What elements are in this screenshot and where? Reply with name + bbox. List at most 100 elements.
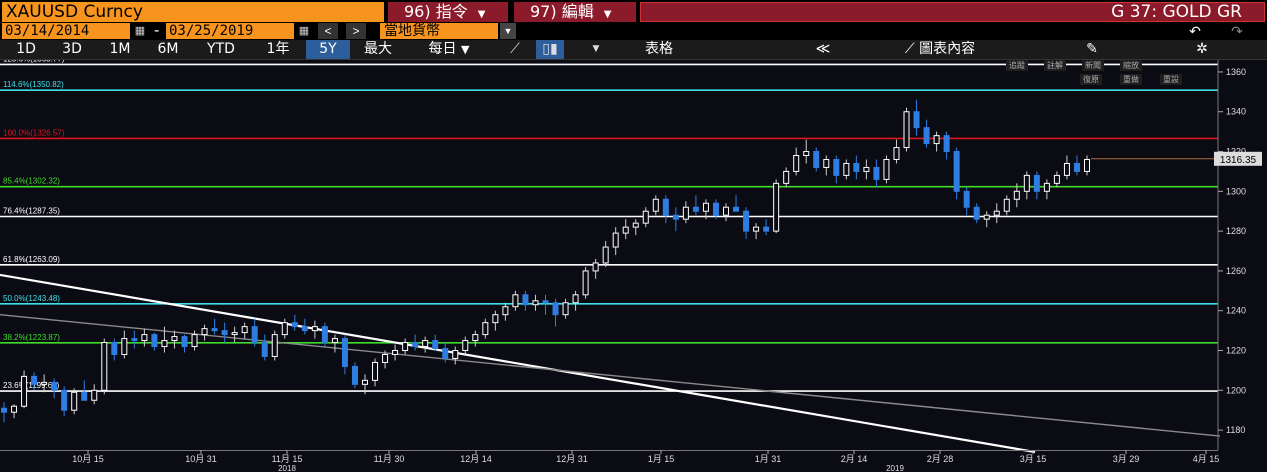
candle-body <box>41 381 48 385</box>
security-title-bar: G 37: GOLD GR <box>640 2 1265 22</box>
candle-body <box>783 170 790 184</box>
frequency-select[interactable]: 每日 ▼ <box>414 40 484 59</box>
candle-body <box>723 206 729 216</box>
currency-select[interactable]: 當地貨幣 <box>380 23 498 39</box>
end-date-input[interactable]: 03/25/2019 <box>166 23 294 39</box>
candle-body <box>251 326 258 344</box>
start-date-input[interactable]: 03/14/2014 <box>2 23 130 39</box>
candle-body <box>652 198 659 212</box>
table-button[interactable]: 表格 <box>624 40 694 59</box>
candle-body <box>662 198 669 216</box>
candle-body <box>191 334 198 348</box>
candle-body <box>753 226 760 232</box>
candle-body <box>963 190 970 208</box>
last-price-label: 1316.35 <box>1220 155 1257 166</box>
candle-body <box>462 340 469 352</box>
candle-body <box>331 338 338 344</box>
period-ytd-button[interactable]: YTD <box>198 40 244 59</box>
candle-body <box>712 202 719 216</box>
reset-chart-button[interactable]: 重設 <box>1160 74 1182 85</box>
collapse-icon[interactable]: ≪ <box>810 40 836 59</box>
zoom-button[interactable]: 縮放 <box>1120 60 1142 71</box>
candle-body <box>612 232 619 248</box>
chevron-down-icon[interactable]: ▼ <box>500 23 516 39</box>
candle-body <box>733 206 740 212</box>
candle-body <box>943 135 950 153</box>
candle-body <box>953 151 960 192</box>
candle-body <box>522 294 529 306</box>
candle-body <box>261 342 268 357</box>
y-tick-label: 1180 <box>1226 425 1245 435</box>
track-button[interactable]: 追蹤 <box>1006 60 1028 71</box>
candle-body <box>1084 158 1090 172</box>
edit-menu[interactable]: 97) 編輯 ▼ <box>514 2 636 22</box>
chevron-down-icon: ▼ <box>477 9 486 20</box>
calendar-icon[interactable]: ▦ <box>133 24 147 38</box>
candle-body <box>432 340 439 350</box>
candle-body <box>492 314 499 324</box>
edit-icon[interactable]: ✎ <box>1080 40 1104 59</box>
period-1y-button[interactable]: 1年 <box>256 40 300 59</box>
candle-body <box>351 365 358 385</box>
chevron-down-icon[interactable]: ▼ <box>584 40 608 59</box>
chevron-down-icon: ▼ <box>603 9 612 20</box>
candle-body <box>682 206 689 220</box>
candle-body <box>903 111 910 149</box>
x-tick-label: 2月 14 <box>841 454 868 464</box>
date-separator: - <box>154 22 160 39</box>
undo-chart-button[interactable]: 復原 <box>1080 74 1102 85</box>
candle-body <box>452 350 459 359</box>
candle-body <box>552 302 559 316</box>
y-tick-label: 1240 <box>1226 306 1246 316</box>
line-chart-icon[interactable]: ⟋ <box>500 40 530 59</box>
period-6m-button[interactable]: 6M <box>150 40 186 59</box>
period-max-button[interactable]: 最大 <box>356 40 400 59</box>
candle-body <box>372 361 379 381</box>
annotate-button[interactable]: 註解 <box>1044 60 1066 71</box>
candle-body <box>402 342 409 352</box>
prev-period-button[interactable]: < <box>318 23 338 39</box>
price-chart[interactable]: 123.6%(1363.77) 114.6%(1350.82) 100.0%(132… <box>0 60 1267 472</box>
candle-body <box>151 334 158 348</box>
news-button[interactable]: 新聞 <box>1082 60 1104 71</box>
candlestick-chart-icon[interactable]: ▯▮ <box>536 40 564 59</box>
chart-content-label: 圖表內容 <box>919 41 976 57</box>
chart-icon: ⟋ <box>904 41 915 57</box>
year-label: 2019 <box>886 464 904 472</box>
redo-icon[interactable]: ↷ <box>1222 23 1252 39</box>
candle-body <box>803 151 810 157</box>
candle-body <box>1 407 7 413</box>
candle-body <box>1033 174 1040 192</box>
candle-body <box>883 158 890 180</box>
candle-body <box>131 338 138 342</box>
period-1d-button[interactable]: 1D <box>8 40 44 59</box>
candle-body <box>1013 190 1020 200</box>
x-tick-label: 10月 31 <box>185 454 217 464</box>
next-period-button[interactable]: > <box>346 23 366 39</box>
undo-icon[interactable]: ↶ <box>1180 23 1210 39</box>
fib-label: 114.6%(1350.82) <box>3 80 64 89</box>
x-tick-label: 3月 15 <box>1020 454 1047 464</box>
gear-icon[interactable]: ✲ <box>1190 40 1214 59</box>
candle-body <box>532 300 539 306</box>
y-tick-label: 1280 <box>1226 226 1246 236</box>
candle-body <box>91 389 98 401</box>
edit-menu-label: 97) 編輯 <box>530 2 594 21</box>
ticker-field[interactable]: XAUUSD Curncy <box>2 2 384 22</box>
period-5y-button[interactable]: 5Y <box>306 40 350 59</box>
candle-body <box>973 206 980 220</box>
period-1m-button[interactable]: 1M <box>102 40 138 59</box>
candle-body <box>743 210 750 232</box>
calendar-icon[interactable]: ▦ <box>297 24 311 38</box>
candle-body <box>512 294 519 308</box>
period-3d-button[interactable]: 3D <box>54 40 90 59</box>
candle-body <box>913 111 920 129</box>
y-tick-label: 1220 <box>1226 346 1246 356</box>
chart-content-button[interactable]: ⟋ 圖表內容 <box>880 40 1000 59</box>
fib-label: 85.4%(1302.32) <box>3 177 60 186</box>
candle-body <box>392 350 399 355</box>
actions-menu[interactable]: 96) 指令 ▼ <box>388 2 508 22</box>
x-tick-label: 1月 31 <box>755 454 782 464</box>
candle-body <box>632 222 639 228</box>
redo-chart-button[interactable]: 重做 <box>1120 74 1142 85</box>
